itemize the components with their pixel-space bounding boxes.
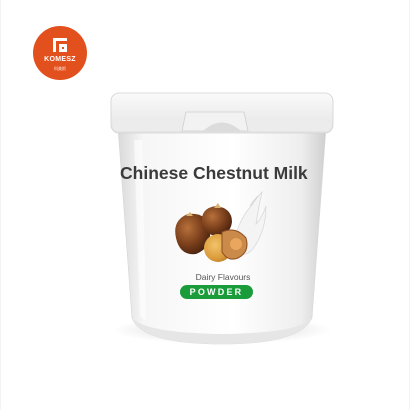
product-image [110, 92, 334, 345]
product-subtitle: Dairy Flavours [195, 272, 251, 282]
product-title: Chinese Chestnut Milk [120, 163, 308, 183]
powder-badge: POWDER [180, 285, 253, 299]
